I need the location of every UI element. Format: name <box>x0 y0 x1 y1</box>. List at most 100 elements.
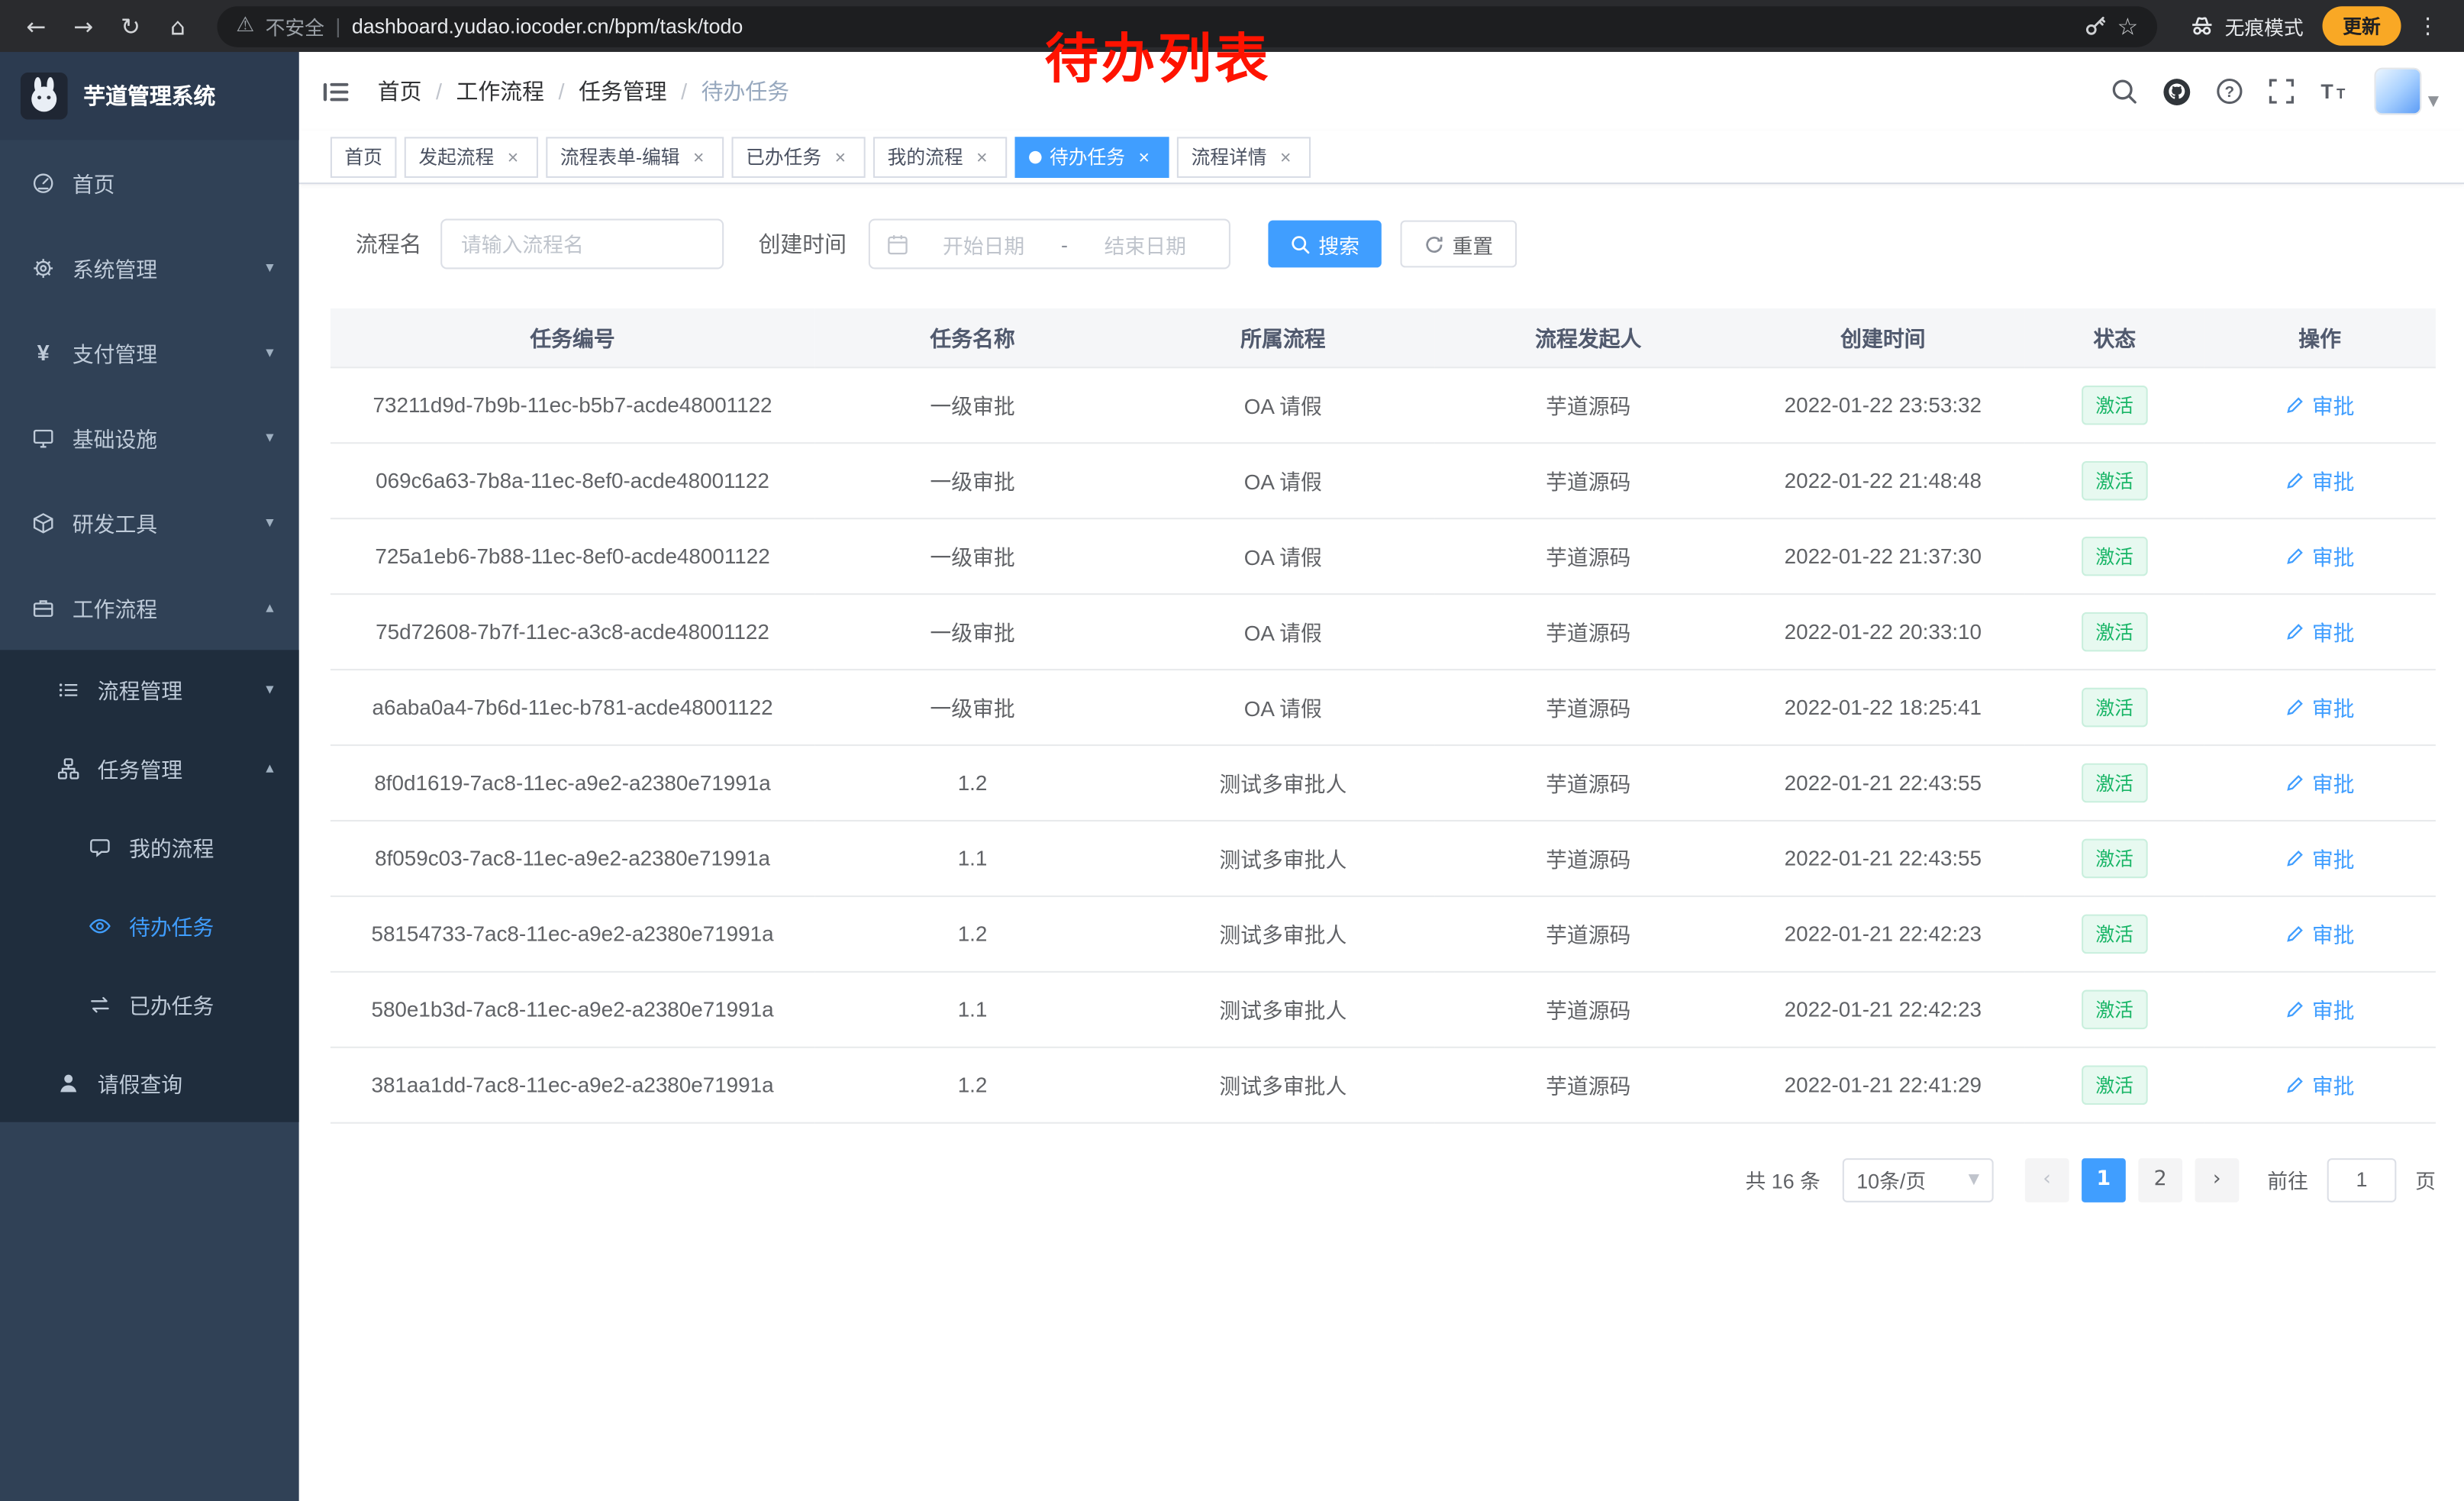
cell-process: OA 请假 <box>1130 442 1436 518</box>
cell-task-name: 一级审批 <box>814 518 1130 593</box>
sidebar-item-label: 已办任务 <box>129 988 214 1019</box>
approve-link[interactable]: 审批 <box>2285 540 2355 571</box>
sidebar-item-system[interactable]: 系统管理 ▾ <box>0 225 299 310</box>
cell-status: 激活 <box>2025 1047 2204 1122</box>
chevron-up-icon: ▴ <box>266 599 273 616</box>
bookmark-star-icon[interactable]: ☆ <box>2117 11 2139 40</box>
avatar[interactable] <box>2375 68 2422 115</box>
goto-page-input[interactable] <box>2327 1157 2397 1202</box>
chevron-down-icon: ▾ <box>266 344 273 361</box>
prev-page-button[interactable]: ‹ <box>2025 1157 2069 1202</box>
goto-label: 前往 <box>2267 1164 2308 1194</box>
close-icon[interactable]: × <box>688 146 710 168</box>
page-button-2[interactable]: 2 <box>2138 1157 2182 1202</box>
sidebar-item-leave-query[interactable]: 请假查询 <box>0 1044 299 1122</box>
home-button[interactable]: ⌂ <box>157 5 198 47</box>
reset-button[interactable]: 重置 <box>1401 221 1517 268</box>
approve-link[interactable]: 审批 <box>2285 464 2355 495</box>
cell-initiator: 芋道源码 <box>1436 593 1741 669</box>
close-icon[interactable]: × <box>502 146 524 168</box>
approve-link[interactable]: 审批 <box>2285 767 2355 798</box>
cell-status: 激活 <box>2025 669 2204 744</box>
approve-link[interactable]: 审批 <box>2285 1069 2355 1100</box>
sidebar-item-home[interactable]: 首页 <box>0 140 299 224</box>
process-name-input[interactable] <box>440 219 724 270</box>
sidebar-item-pay[interactable]: ¥ 支付管理 ▾ <box>0 310 299 395</box>
approve-link[interactable]: 审批 <box>2285 389 2355 420</box>
sidebar-item-infra[interactable]: 基础设施 ▾ <box>0 395 299 479</box>
annotation-text: 待办列表 <box>1045 16 1272 93</box>
tab-process-detail[interactable]: 流程详情 × <box>1177 136 1311 177</box>
col-process: 所属流程 <box>1130 308 1436 366</box>
main-area: 首页 / 工作流程 / 任务管理 / 待办任务 ? <box>299 52 2464 1501</box>
next-page-button[interactable]: › <box>2195 1157 2239 1202</box>
approve-link[interactable]: 审批 <box>2285 691 2355 722</box>
sidebar-item-task-mgmt[interactable]: 任务管理 ▴ <box>0 728 299 807</box>
sidebar-item-todo-task[interactable]: 待办任务 <box>0 886 299 965</box>
cell-task-id: a6aba0a4-7b6d-11ec-b781-acde48001122 <box>331 669 814 744</box>
search-button[interactable]: 搜索 <box>1268 221 1381 268</box>
back-button[interactable]: ← <box>16 5 57 47</box>
chevron-down-icon: ▾ <box>266 514 273 531</box>
sidebar-item-done-task[interactable]: 已办任务 <box>0 965 299 1044</box>
cell-process: OA 请假 <box>1130 518 1436 593</box>
chevron-down-icon: ▾ <box>266 429 273 447</box>
fullscreen-icon[interactable] <box>2267 77 2295 105</box>
breadcrumb-separator: / <box>681 79 687 104</box>
tab-todo-task[interactable]: 待办任务 × <box>1015 136 1169 177</box>
page-size-select[interactable]: 10条/页 ▼ <box>1843 1157 1994 1202</box>
cell-task-name: 一级审批 <box>814 442 1130 518</box>
browser-update-button[interactable]: 更新 <box>2322 6 2401 46</box>
date-range-picker[interactable]: 开始日期 - 结束日期 <box>869 219 1230 270</box>
close-icon[interactable]: × <box>971 146 993 168</box>
cell-task-id: 580e1b3d-7ac8-11ec-a9e2-a2380e71991a <box>331 971 814 1047</box>
close-icon[interactable]: × <box>1133 146 1155 168</box>
cell-initiator: 芋道源码 <box>1436 669 1741 744</box>
tab-done-task[interactable]: 已办任务 × <box>732 136 866 177</box>
sidebar-item-label: 研发工具 <box>73 507 157 538</box>
cell-process: 测试多审批人 <box>1130 896 1436 971</box>
key-icon[interactable] <box>2082 15 2106 38</box>
browser-menu-icon[interactable]: ⋮ <box>2408 14 2449 39</box>
tab-start-process[interactable]: 发起流程 × <box>405 136 538 177</box>
sidebar-item-workflow[interactable]: 工作流程 ▴ <box>0 565 299 650</box>
status-badge: 激活 <box>2082 1064 2148 1104</box>
approve-link[interactable]: 审批 <box>2285 615 2355 647</box>
app-logo-row: 芋道管理系统 <box>0 52 299 140</box>
col-actions: 操作 <box>2204 308 2435 366</box>
close-icon[interactable]: × <box>1275 146 1297 168</box>
table-row: 580e1b3d-7ac8-11ec-a9e2-a2380e71991a 1.1… <box>331 971 2436 1047</box>
cell-process: OA 请假 <box>1130 593 1436 669</box>
approve-link[interactable]: 审批 <box>2285 918 2355 949</box>
approve-link[interactable]: 审批 <box>2285 842 2355 873</box>
refresh-button[interactable]: ↻ <box>110 5 151 47</box>
hamburger-icon[interactable] <box>321 76 351 106</box>
tab-home[interactable]: 首页 <box>331 136 397 177</box>
cell-status: 激活 <box>2025 971 2204 1047</box>
tab-form-edit[interactable]: 流程表单-编辑 × <box>546 136 724 177</box>
sidebar-item-label: 请假查询 <box>98 1067 182 1099</box>
approve-link[interactable]: 审批 <box>2285 993 2355 1025</box>
sidebar-item-dev[interactable]: 研发工具 ▾ <box>0 480 299 565</box>
cell-task-name: 一级审批 <box>814 366 1130 442</box>
search-icon[interactable] <box>2110 77 2138 105</box>
font-size-icon[interactable]: TT <box>2320 77 2351 105</box>
cell-initiator: 芋道源码 <box>1436 971 1741 1047</box>
github-icon[interactable] <box>2162 76 2191 106</box>
table-row: 069c6a63-7b8a-11ec-8ef0-acde48001122 一级审… <box>331 442 2436 518</box>
breadcrumb-home[interactable]: 首页 <box>378 76 422 107</box>
sidebar-item-my-process[interactable]: 我的流程 <box>0 807 299 886</box>
cube-icon <box>31 511 55 534</box>
cell-task-id: 069c6a63-7b8a-11ec-8ef0-acde48001122 <box>331 442 814 518</box>
forward-button[interactable]: → <box>63 5 104 47</box>
breadcrumb-separator: / <box>559 79 565 104</box>
sidebar-item-process-mgmt[interactable]: 流程管理 ▾ <box>0 650 299 728</box>
page-button-1[interactable]: 1 <box>2082 1157 2126 1202</box>
close-icon[interactable]: × <box>829 146 851 168</box>
tab-my-process[interactable]: 我的流程 × <box>873 136 1007 177</box>
avatar-caret-icon[interactable]: ▼ <box>2428 95 2439 111</box>
breadcrumb-workflow[interactable]: 工作流程 <box>456 76 544 107</box>
tab-label: 流程详情 <box>1192 144 1267 170</box>
breadcrumb-task-mgmt[interactable]: 任务管理 <box>579 76 666 107</box>
help-icon[interactable]: ? <box>2215 77 2243 105</box>
